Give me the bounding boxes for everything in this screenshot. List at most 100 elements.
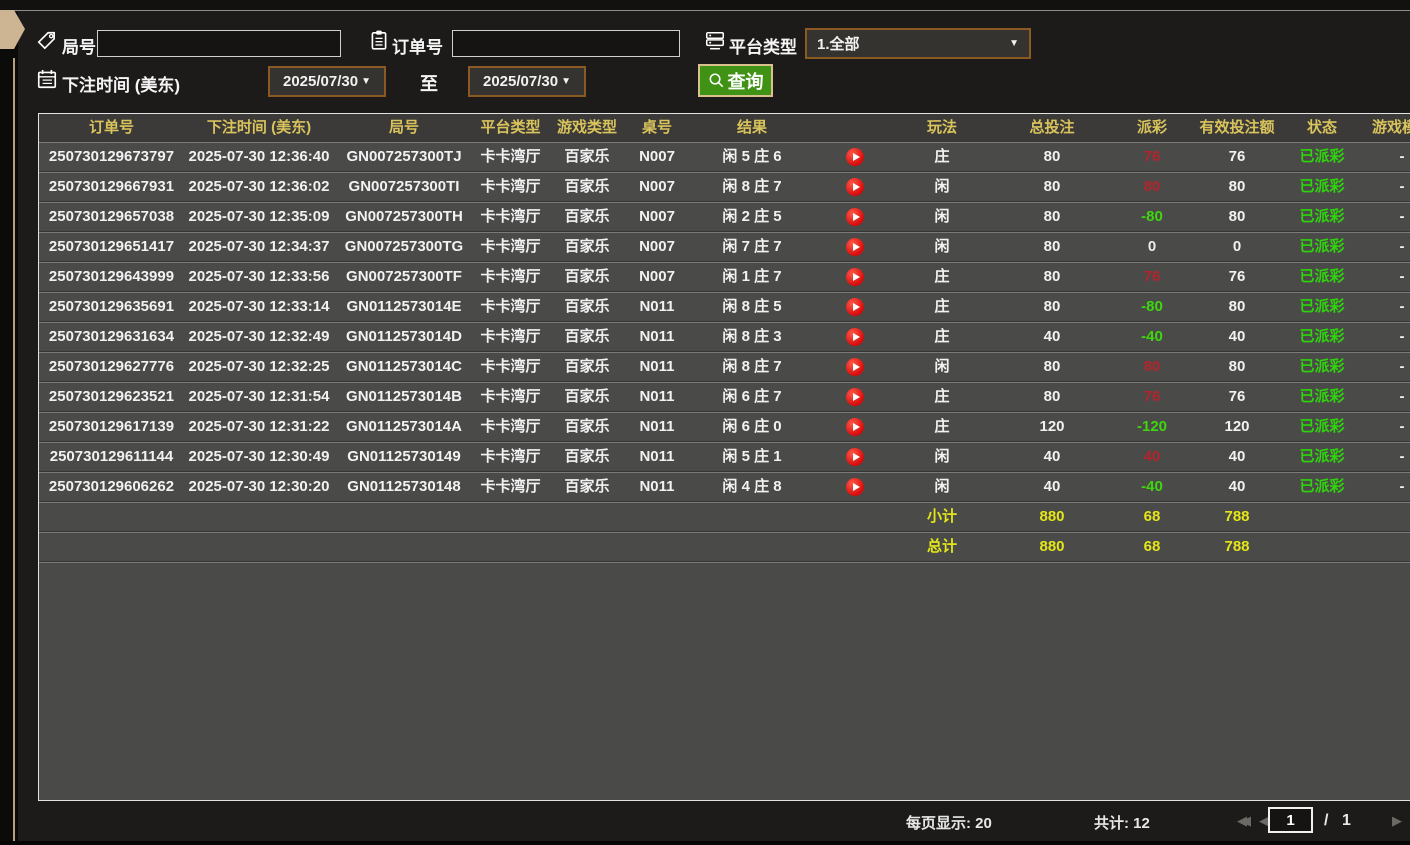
to-label: 至: [420, 74, 438, 94]
top-window-edge: [0, 0, 1410, 11]
play-video-icon[interactable]: [845, 208, 864, 227]
next-page-icon[interactable]: ▶: [1392, 813, 1402, 829]
cell-mode: -: [1399, 418, 1405, 435]
cell-order: 250730129606262: [48, 478, 175, 495]
cell-mode: -: [1399, 388, 1405, 405]
cell-game: 百家乐: [564, 328, 610, 345]
cell-replay: [817, 323, 892, 353]
cell-payout: 76: [1143, 268, 1161, 285]
cell-order: 250730129623521: [48, 388, 175, 405]
cell-time: 2025-07-30 12:33:14: [188, 298, 330, 315]
table-row: 250730129623521 2025-07-30 12:31:54 GN0112…: [39, 383, 1410, 413]
play-video-icon[interactable]: [845, 178, 864, 197]
column-header: 总投注: [1029, 119, 1075, 136]
first-page-icon[interactable]: ◀◀: [1237, 813, 1251, 829]
cell-round: GN01125730148: [347, 478, 461, 495]
cell-platform: 卡卡湾厅: [480, 208, 541, 225]
subtotal-row-cell: [39, 503, 184, 533]
total-row-cell: [1362, 533, 1410, 563]
cell-order: 250730129667931: [48, 178, 175, 195]
cell-mode: -: [1399, 298, 1405, 315]
subtotal-row-cell: 880: [1039, 508, 1065, 525]
cell-time: 2025-07-30 12:34:37: [188, 238, 330, 255]
cell-replay: [817, 203, 892, 233]
total-row-cell: [687, 533, 817, 563]
subtotal-row-cell: [817, 503, 892, 533]
cell-bet: 80: [1043, 388, 1061, 405]
play-video-icon[interactable]: [845, 478, 864, 497]
table-row: 250730129651417 2025-07-30 12:34:37 GN0072…: [39, 233, 1410, 263]
cell-replay: [817, 383, 892, 413]
play-video-icon[interactable]: [845, 268, 864, 287]
cell-bet: 80: [1043, 268, 1061, 285]
cell-round: GN007257300TJ: [346, 148, 462, 165]
cell-game: 百家乐: [564, 388, 610, 405]
cell-replay: [817, 293, 892, 323]
per-page-label: 每页显示: 20: [906, 815, 992, 832]
cell-replay: [817, 173, 892, 203]
table-row: 250730129627776 2025-07-30 12:32:25 GN0112…: [39, 353, 1410, 383]
table-row: 250730129667931 2025-07-30 12:36:02 GN0072…: [39, 173, 1410, 203]
cell-platform: 卡卡湾厅: [480, 268, 541, 285]
cell-table: N011: [639, 328, 675, 345]
cell-time: 2025-07-30 12:32:25: [188, 358, 330, 375]
play-triangle: [852, 152, 860, 161]
left-accent-line: [13, 58, 15, 845]
play-video-icon[interactable]: [845, 148, 864, 167]
play-triangle: [852, 482, 860, 491]
order-input[interactable]: [452, 30, 680, 57]
cell-bet: 80: [1043, 148, 1061, 165]
column-header: 有效投注额: [1199, 119, 1275, 136]
cell-platform: 卡卡湾厅: [480, 178, 541, 195]
subtotal-row-cell: 788: [1224, 508, 1250, 525]
total-row-cell: [184, 533, 334, 563]
cell-status: 已派彩: [1299, 418, 1345, 435]
platform-select[interactable]: 1.全部 ▼: [805, 28, 1031, 59]
cell-result: 闲 8 庄 5: [722, 298, 782, 315]
column-header: 桌号: [641, 119, 672, 136]
cell-status: 已派彩: [1299, 208, 1345, 225]
query-button[interactable]: 查询: [698, 64, 773, 97]
cell-replay: [817, 413, 892, 443]
cell-replay: [817, 443, 892, 473]
cell-result: 闲 6 庄 0: [722, 418, 782, 435]
play-video-icon[interactable]: [845, 448, 864, 467]
date-to-select[interactable]: 2025/07/30 ▼: [468, 66, 586, 97]
cell-platform: 卡卡湾厅: [480, 148, 541, 165]
round-input[interactable]: [97, 30, 341, 57]
cell-play: 庄: [934, 148, 950, 165]
play-video-icon[interactable]: [845, 238, 864, 257]
play-video-icon[interactable]: [845, 418, 864, 437]
date-to-value: 2025/07/30: [483, 73, 559, 90]
cell-play: 庄: [934, 418, 950, 435]
play-triangle: [852, 272, 860, 281]
page-number-input[interactable]: [1268, 807, 1313, 833]
play-video-icon[interactable]: [845, 298, 864, 317]
platform-label: 平台类型: [729, 38, 797, 57]
play-triangle: [852, 452, 860, 461]
play-triangle: [852, 242, 860, 251]
table-header-row: 订单号 下注时间 (美东) 局号 平台类型 游戏类型 桌号 结果 玩法 总投注 派彩 有效投注额 状态…: [39, 114, 1410, 143]
cell-round: GN0112573014C: [346, 358, 462, 375]
play-video-icon[interactable]: [845, 358, 864, 377]
cell-mode: -: [1399, 208, 1405, 225]
cell-result: 闲 6 庄 7: [722, 388, 782, 405]
cell-round: GN0112573014E: [346, 298, 462, 315]
total-count-label: 共计: 12: [1094, 815, 1150, 832]
bet-records-table: 订单号 下注时间 (美东) 局号 平台类型 游戏类型 桌号 结果 玩法 总投注 派彩 有效投注额 状态…: [38, 113, 1410, 801]
cell-game: 百家乐: [564, 448, 610, 465]
date-from-select[interactable]: 2025/07/30 ▼: [268, 66, 386, 97]
column-header: 状态: [1306, 119, 1337, 136]
cell-valid: 76: [1228, 388, 1246, 405]
subtotal-row-cell: [547, 503, 627, 533]
cell-result: 闲 1 庄 7: [722, 268, 782, 285]
cell-result: 闲 8 庄 7: [722, 178, 782, 195]
cell-replay: [817, 353, 892, 383]
cell-status: 已派彩: [1299, 178, 1345, 195]
play-video-icon[interactable]: [845, 388, 864, 407]
cell-valid: 80: [1228, 298, 1246, 315]
cell-mode: -: [1399, 448, 1405, 465]
cell-valid: 40: [1228, 478, 1246, 495]
play-video-icon[interactable]: [845, 328, 864, 347]
drawer-handle-icon[interactable]: [0, 10, 26, 50]
